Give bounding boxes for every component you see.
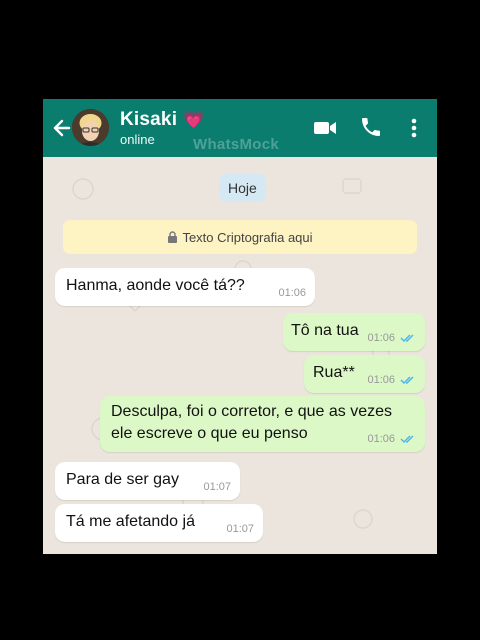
message-time: 01:06 <box>367 332 395 344</box>
contact-name-text: Kisaki <box>120 109 178 130</box>
more-vert-icon[interactable] <box>404 115 424 141</box>
watermark: WhatsMock <box>193 136 280 153</box>
chat-header: Kisaki 💗 online WhatsMock <box>43 99 437 157</box>
date-label: Hoje <box>219 174 266 202</box>
double-check-icon <box>400 376 414 385</box>
message-line: ele escreve o que eu penso <box>111 425 308 442</box>
contact-status: online <box>120 132 155 147</box>
contact-name[interactable]: Kisaki 💗 <box>120 109 205 131</box>
message-line: Desculpa, foi o corretor, e que as vezes <box>111 403 393 420</box>
back-arrow-icon[interactable] <box>52 116 72 140</box>
message-time: 01:06 <box>367 374 395 386</box>
avatar[interactable] <box>72 109 109 146</box>
message-text: Para de ser gay <box>66 471 179 488</box>
encryption-notice[interactable]: Texto Criptografia aqui <box>63 220 417 254</box>
encryption-text: Texto Criptografia aqui <box>182 229 313 245</box>
message-outgoing[interactable]: Tô na tua 01:06 <box>283 313 425 351</box>
video-call-icon[interactable] <box>312 115 338 141</box>
message-time: 01:06 <box>367 433 395 445</box>
message-incoming[interactable]: Para de ser gay 01:07 <box>55 462 240 500</box>
message-text: Tá me afetando já <box>66 513 195 530</box>
message-incoming[interactable]: Tá me afetando já 01:07 <box>55 504 263 542</box>
message-time: 01:07 <box>203 481 231 493</box>
double-check-icon <box>400 435 414 444</box>
message-text: Hanma, aonde você tá?? <box>66 277 245 294</box>
message-time: 01:06 <box>278 287 306 299</box>
message-text: Rua** <box>313 364 355 381</box>
double-check-icon <box>400 334 414 343</box>
message-time: 01:07 <box>226 523 254 535</box>
message-outgoing[interactable]: Desculpa, foi o corretor, e que as vezes… <box>100 396 425 452</box>
heart-icon: 💗 <box>183 110 205 129</box>
message-text: Tô na tua <box>291 322 359 339</box>
lock-icon <box>168 231 178 243</box>
message-text: Desculpa, foi o corretor, e que as vezes… <box>111 401 392 445</box>
chat-screen: Kisaki 💗 online WhatsMock Hoje Texto Crip… <box>43 99 437 554</box>
message-outgoing[interactable]: Rua** 01:06 <box>304 355 425 393</box>
message-incoming[interactable]: Hanma, aonde você tá?? 01:06 <box>55 268 315 306</box>
phone-icon[interactable] <box>359 115 383 139</box>
